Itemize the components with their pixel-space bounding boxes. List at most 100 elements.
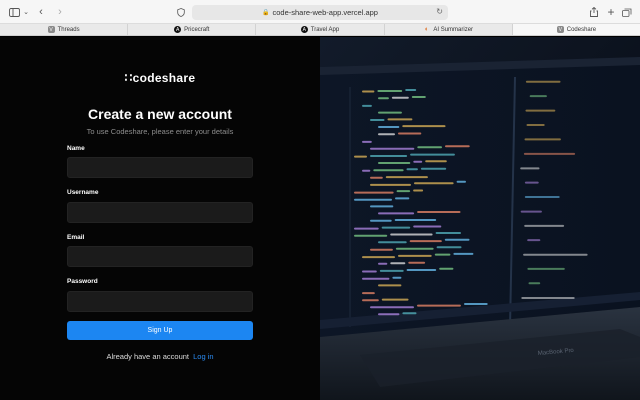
- laptop-screen: [320, 57, 640, 337]
- share-icon[interactable]: [589, 5, 599, 19]
- code-line-segment: [354, 155, 367, 158]
- code-line-segment: [362, 299, 379, 302]
- password-label: Password: [67, 278, 98, 285]
- code-line-segment: [435, 232, 461, 234]
- code-line-segment: [378, 111, 402, 114]
- code-line-segment: [464, 303, 488, 305]
- tab-favicon-icon: V: [556, 26, 564, 33]
- code-line-segment: [523, 152, 576, 155]
- reload-icon[interactable]: ↻: [436, 7, 443, 16]
- code-line-segment: [379, 269, 404, 272]
- code-line-segment: [520, 210, 542, 213]
- tab-favicon-icon: A: [300, 26, 308, 33]
- laptop-code-illustration: MacBook Pro: [320, 37, 640, 400]
- back-icon[interactable]: ‹: [36, 5, 46, 19]
- tab-label: Pricecraft: [184, 26, 210, 33]
- code-line-segment: [523, 253, 588, 256]
- code-line-segment: [524, 138, 561, 141]
- code-line-segment: [402, 312, 417, 315]
- code-line-segment: [370, 219, 392, 222]
- code-line-segment: [370, 147, 415, 150]
- new-tab-icon[interactable]: +: [606, 5, 616, 19]
- code-line-segment: [362, 104, 372, 107]
- code-line-segment: [521, 297, 575, 299]
- code-line-segment: [417, 211, 461, 213]
- hero-image: MacBook Pro: [320, 37, 640, 400]
- tab-label: AI Summarizer: [433, 26, 474, 33]
- name-label: Name: [67, 145, 85, 152]
- code-line-segment: [395, 247, 434, 250]
- code-line-segment: [527, 239, 541, 242]
- code-line-segment: [390, 233, 433, 236]
- tab-threads[interactable]: V Threads: [0, 24, 129, 35]
- code-line-segment: [402, 125, 446, 128]
- tab-label: Codeshare: [566, 26, 597, 33]
- code-line-segment: [370, 155, 408, 157]
- code-line-segment: [362, 256, 395, 259]
- forward-icon[interactable]: ›: [55, 5, 65, 19]
- code-line-segment: [520, 167, 540, 170]
- code-line-segment: [417, 146, 442, 149]
- code-line-segment: [387, 118, 413, 121]
- code-line-segment: [378, 262, 388, 265]
- chevron-down-icon[interactable]: ⌄: [22, 5, 30, 19]
- code-line-segment: [417, 304, 461, 307]
- code-line-segment: [398, 254, 432, 257]
- tab-codeshare[interactable]: V Codeshare: [512, 24, 640, 35]
- browser-toolbar: ⌄ ‹ › 🔒 code-share-web-app.vercel.app ↻ …: [0, 0, 640, 24]
- tab-ai-summarizer[interactable]: ◐ AI Summarizer: [385, 24, 513, 35]
- code-line-segment: [370, 183, 411, 186]
- code-line-segment: [370, 176, 383, 179]
- name-field[interactable]: [67, 157, 253, 178]
- code-line-segment: [396, 190, 411, 193]
- sidebar-toggle-icon[interactable]: [8, 5, 20, 19]
- code-line-segment: [362, 169, 371, 172]
- code-line-segment: [394, 219, 437, 221]
- code-line-segment: [529, 95, 547, 98]
- email-field[interactable]: [67, 246, 253, 267]
- code-line-segment: [524, 196, 560, 198]
- tab-bar: V Threads A Pricecraft A Travel App ◐ AI…: [0, 24, 640, 36]
- tab-overview-icon[interactable]: [622, 5, 632, 19]
- code-line-segment: [436, 246, 462, 249]
- code-line-segment: [378, 133, 395, 136]
- page-subtitle: To use Codeshare, please enter your deta…: [86, 127, 234, 136]
- code-line-segment: [370, 248, 393, 251]
- code-line-segment: [354, 227, 379, 230]
- code-line-segment: [413, 189, 424, 192]
- code-line-segment: [373, 169, 404, 172]
- code-line-segment: [362, 277, 390, 280]
- code-line-segment: [528, 282, 541, 285]
- code-line-segment: [378, 126, 400, 128]
- code-line-segment: [354, 191, 394, 194]
- login-link[interactable]: Log in: [193, 352, 213, 361]
- tab-pricecraft[interactable]: A Pricecraft: [128, 24, 257, 35]
- code-line-segment: [525, 109, 556, 112]
- code-line-segment: [362, 270, 377, 273]
- code-line-segment: [398, 132, 422, 135]
- code-line-segment: [413, 160, 423, 163]
- address-bar[interactable]: 🔒 code-share-web-app.vercel.app ↻: [192, 5, 448, 20]
- password-field[interactable]: [67, 291, 253, 312]
- url-text: code-share-web-app.vercel.app: [272, 8, 378, 17]
- sign-up-button[interactable]: Sign Up: [67, 321, 253, 340]
- code-line-segment: [524, 224, 565, 227]
- code-line-segment: [524, 181, 539, 184]
- codeshare-logo: ∷codeshare: [124, 71, 196, 85]
- code-line-segment: [378, 241, 407, 244]
- code-line-segment: [439, 267, 454, 270]
- code-line-segment: [378, 97, 389, 100]
- code-line-segment: [354, 198, 392, 201]
- code-line-segment: [381, 226, 411, 229]
- code-line-segment: [378, 313, 400, 316]
- code-line-segment: [434, 253, 451, 256]
- code-line-segment: [378, 162, 411, 164]
- tab-travel-app[interactable]: A Travel App: [256, 24, 385, 35]
- code-line-segment: [445, 145, 470, 148]
- shield-icon[interactable]: [176, 5, 186, 19]
- code-line-segment: [391, 96, 409, 99]
- code-line-segment: [377, 90, 403, 92]
- code-line-segment: [527, 267, 565, 270]
- username-field[interactable]: [67, 202, 253, 223]
- code-line-segment: [526, 124, 545, 126]
